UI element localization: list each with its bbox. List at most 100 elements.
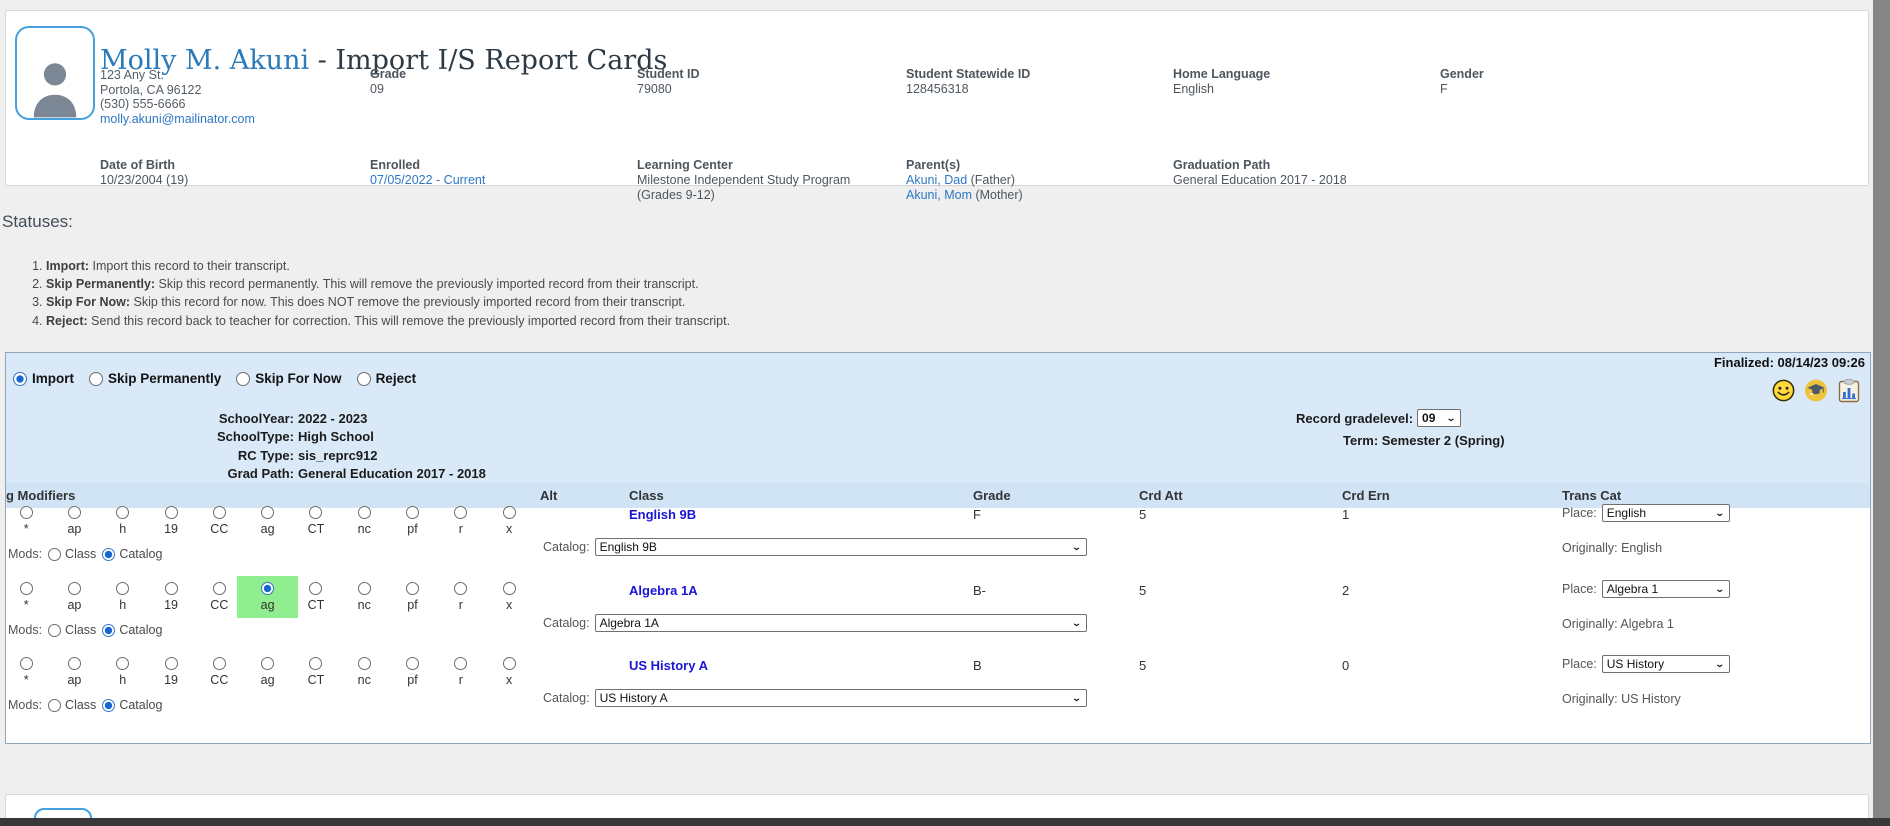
status-option-import[interactable]: Import — [13, 371, 74, 386]
modifier-label-r: r — [459, 599, 463, 612]
modifier-radio-r[interactable] — [454, 582, 467, 595]
crd-ern-cell: 1 — [1342, 507, 1349, 522]
status-option-reject[interactable]: Reject — [357, 371, 417, 386]
modifier-label-ag: ag — [261, 599, 275, 612]
enrolled-link[interactable]: 07/05/2022 - Current — [370, 173, 485, 187]
col-header-class: Class — [629, 488, 664, 503]
mods-catalog-option[interactable]: Catalog — [102, 698, 162, 712]
skip-permanently-radio[interactable] — [89, 372, 103, 386]
mods-catalog-radio[interactable] — [102, 699, 115, 712]
modifier-radio-19[interactable] — [165, 657, 178, 670]
originally-label: Originally: English — [1562, 541, 1662, 555]
import-radio[interactable] — [13, 372, 27, 386]
modifier-radio-h[interactable] — [116, 657, 129, 670]
modifier-radio-x[interactable] — [503, 506, 516, 519]
modifier-label-pf: pf — [407, 674, 417, 687]
mods-catalog-option[interactable]: Catalog — [102, 623, 162, 637]
mods-class-option[interactable]: Class — [48, 698, 96, 712]
modifier-radio-h[interactable] — [116, 506, 129, 519]
place-select[interactable]: Algebra 1⌄ — [1602, 580, 1730, 598]
modifier-radio-star[interactable] — [20, 506, 33, 519]
modifier-cell-nc: nc — [340, 582, 388, 612]
col-header-modifiers: g Modifiers — [6, 488, 75, 503]
modifier-label-star: * — [24, 674, 29, 687]
vertical-scrollbar[interactable] — [1873, 0, 1890, 826]
modifier-radio-ag[interactable] — [261, 506, 274, 519]
mods-class-radio[interactable] — [48, 699, 61, 712]
modifier-radio-ag[interactable] — [261, 657, 274, 670]
chevron-down-icon: ⌄ — [1715, 509, 1725, 517]
modifier-label-pf: pf — [407, 523, 417, 536]
modifier-cell-x: x — [485, 657, 533, 687]
modifier-radio-cc[interactable] — [213, 657, 226, 670]
record-gradelevel-select[interactable]: 09⌄ — [1417, 409, 1461, 427]
modifier-radio-pf[interactable] — [406, 506, 419, 519]
modifier-radio-ct[interactable] — [309, 657, 322, 670]
modifier-radio-ap[interactable] — [68, 582, 81, 595]
modifier-radio-nc[interactable] — [358, 657, 371, 670]
mods-class-option[interactable]: Class — [48, 547, 96, 561]
modifier-radio-h[interactable] — [116, 582, 129, 595]
modifier-radio-star[interactable] — [20, 657, 33, 670]
modifier-radio-x[interactable] — [503, 582, 516, 595]
modifier-radio-ct[interactable] — [309, 506, 322, 519]
mods-catalog-radio[interactable] — [102, 624, 115, 637]
modifier-radio-r[interactable] — [454, 657, 467, 670]
modifier-radio-19[interactable] — [165, 506, 178, 519]
catalog-select[interactable]: Algebra 1A⌄ — [595, 614, 1087, 632]
modifier-label-star: * — [24, 599, 29, 612]
skip-for-now-radio[interactable] — [236, 372, 250, 386]
class-link[interactable]: Algebra 1A — [629, 583, 698, 598]
smiley-icon[interactable] — [1771, 377, 1795, 403]
modifier-label-r: r — [459, 674, 463, 687]
mods-class-option[interactable]: Class — [48, 623, 96, 637]
modifier-cell-r: r — [437, 657, 485, 687]
student-email-link[interactable]: molly.akuni@mailinator.com — [100, 112, 255, 126]
mods-catalog-option[interactable]: Catalog — [102, 547, 162, 561]
reject-radio[interactable] — [357, 372, 371, 386]
parent-link[interactable]: Akuni, Dad — [906, 173, 967, 187]
modifier-radio-pf[interactable] — [406, 582, 419, 595]
graduation-cap-icon[interactable] — [1804, 377, 1828, 403]
modifier-cell-cc: CC — [195, 657, 243, 687]
place-select[interactable]: English⌄ — [1602, 504, 1730, 522]
modifier-cell-cc: CC — [195, 582, 243, 612]
modifier-radio-nc[interactable] — [358, 582, 371, 595]
modifier-cell-ct: CT — [292, 582, 340, 612]
class-link[interactable]: English 9B — [629, 507, 696, 522]
chart-icon[interactable] — [1837, 377, 1861, 403]
modifier-radio-cc[interactable] — [213, 582, 226, 595]
statuses-heading: Statuses: — [2, 212, 730, 231]
modifier-label-cc: CC — [210, 599, 228, 612]
modifier-cell-ag: ag — [243, 657, 291, 687]
modifier-radio-pf[interactable] — [406, 657, 419, 670]
modifier-radio-r[interactable] — [454, 506, 467, 519]
class-link[interactable]: US History A — [629, 658, 708, 673]
catalog-select[interactable]: US History A⌄ — [595, 689, 1087, 707]
modifier-radio-cc[interactable] — [213, 506, 226, 519]
modifier-strip: *aph19CCagCTncpfrx — [2, 582, 533, 612]
mods-class-radio[interactable] — [48, 624, 61, 637]
field-home-language: Home Language English — [1173, 67, 1270, 97]
modifier-radio-x[interactable] — [503, 657, 516, 670]
place-select[interactable]: US History⌄ — [1602, 655, 1730, 673]
modifier-label-19: 19 — [164, 674, 178, 687]
mods-class-radio[interactable] — [48, 548, 61, 561]
modifier-radio-ap[interactable] — [68, 506, 81, 519]
modifier-radio-ag[interactable] — [261, 582, 274, 595]
modifier-radio-ct[interactable] — [309, 582, 322, 595]
status-item: Skip For Now: Skip this record for now. … — [46, 293, 730, 311]
modifier-radio-star[interactable] — [20, 582, 33, 595]
catalog-select[interactable]: English 9B⌄ — [595, 538, 1087, 556]
status-option-skip-for-now[interactable]: Skip For Now — [236, 371, 341, 386]
status-option-skip-permanently[interactable]: Skip Permanently — [89, 371, 221, 386]
mods-catalog-radio[interactable] — [102, 548, 115, 561]
chevron-down-icon: ⌄ — [1072, 543, 1082, 551]
modifier-radio-ap[interactable] — [68, 657, 81, 670]
address-line: Portola, CA 96122 — [100, 83, 255, 98]
catalog-row: Catalog: Algebra 1A⌄ — [543, 614, 1087, 632]
modifier-radio-nc[interactable] — [358, 506, 371, 519]
parent-link[interactable]: Akuni, Mom — [906, 188, 972, 202]
modifier-radio-19[interactable] — [165, 582, 178, 595]
record-gradelevel-row: Record gradelevel: 09⌄ — [1296, 409, 1461, 427]
